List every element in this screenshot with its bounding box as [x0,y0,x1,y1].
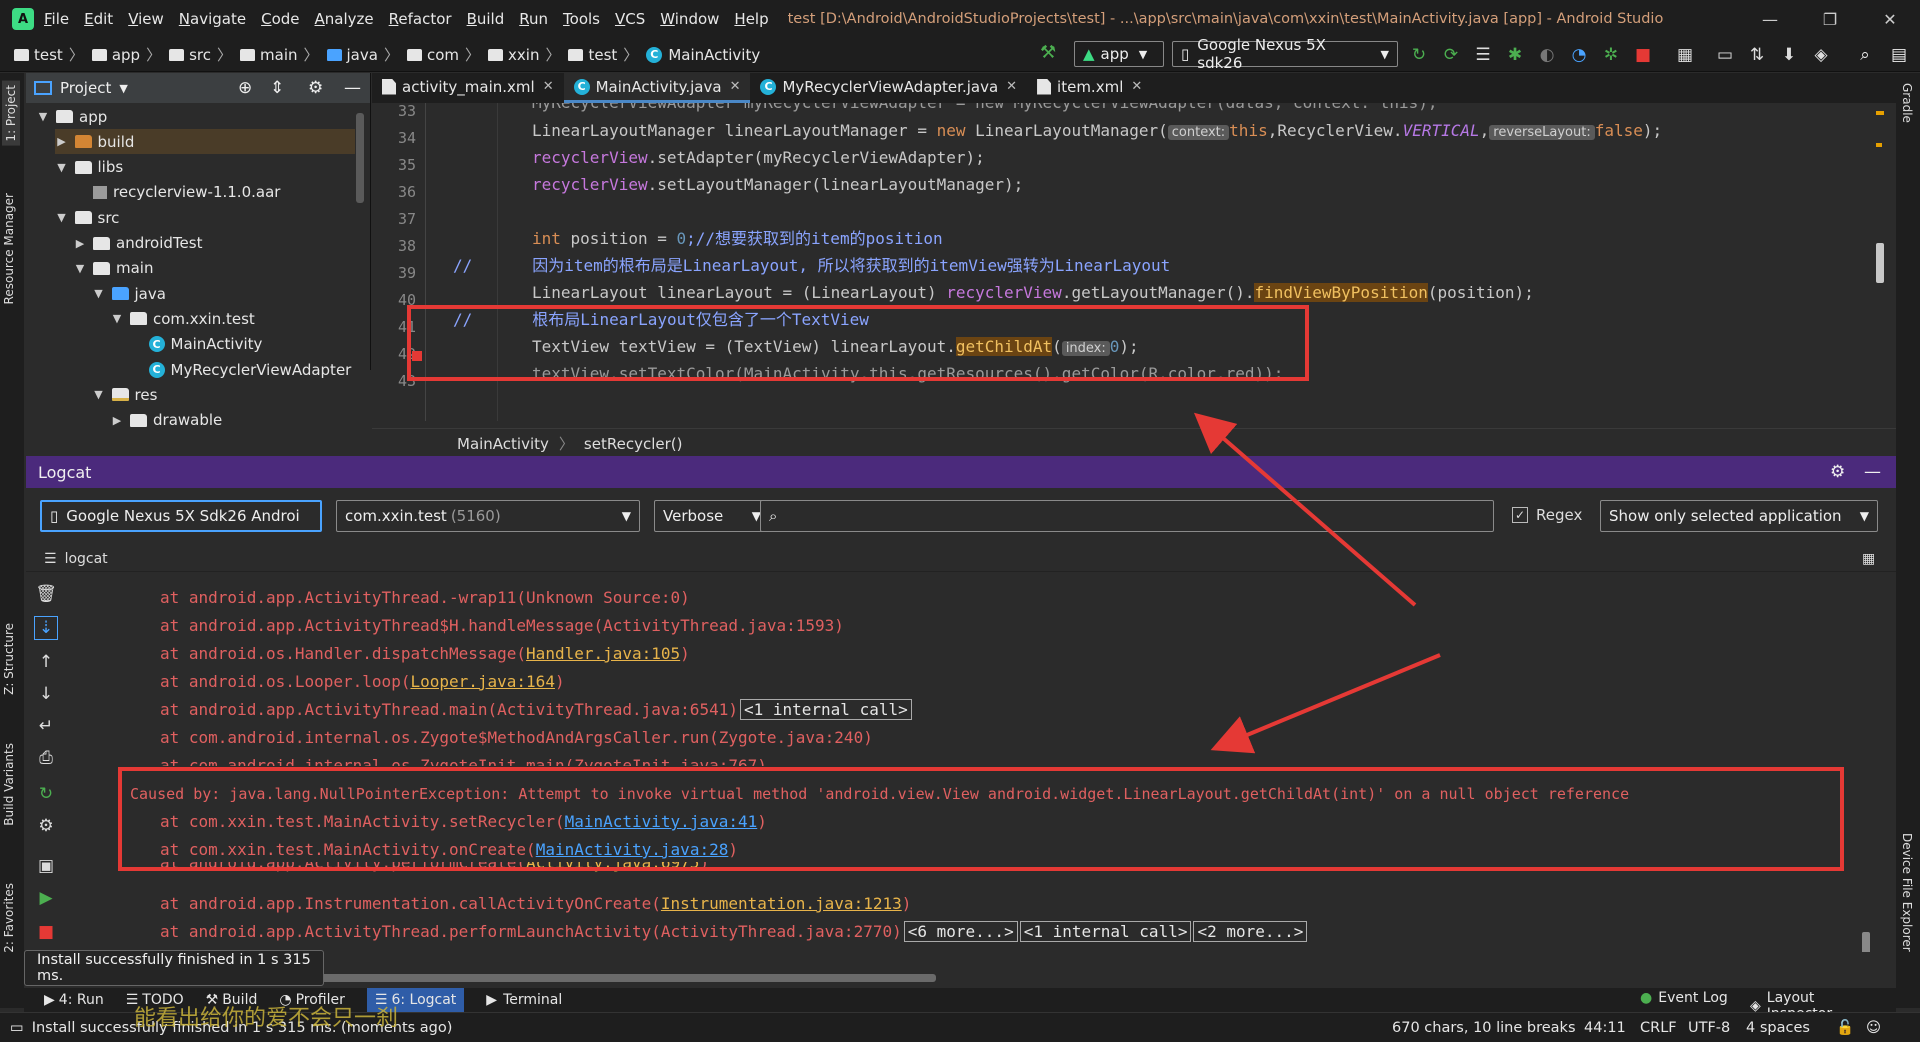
lock-icon[interactable]: 🔓 [1836,1019,1854,1036]
status-line-separator[interactable]: CRLF [1640,1020,1677,1036]
event-log-icon: ● [1640,990,1653,1006]
arrow-to-code [1193,412,1417,607]
install-tooltip: Install successfully finished in 1 s 315… [24,950,324,986]
tab-terminal[interactable]: ▶ Terminal [486,992,562,1008]
inspector-icon[interactable]: ☺ [1866,1020,1881,1036]
status-encoding[interactable]: UTF-8 [1688,1020,1730,1036]
tab-label: 4: Run [58,992,104,1008]
status-box-icon[interactable]: ▭ [10,1020,24,1036]
tab-label: Event Log [1658,990,1728,1006]
annotation-arrows [1193,412,1441,754]
tab-label: 6: Logcat [391,992,457,1008]
tab-event-log[interactable]: ● Event Log [1640,990,1728,1006]
tab-label: Terminal [503,992,563,1008]
tab-run[interactable]: ▶ 4: Run [44,992,104,1008]
status-chars: 670 chars, 10 line breaks [1392,1019,1576,1036]
terminal-icon: ▶ [486,992,498,1008]
play-icon: ▶ [44,992,55,1008]
watermark: 能看出给你的爱不会只一刹 [134,1006,399,1031]
android-studio-window: { "titlebar": { "menu": ["File","Edit","… [0,0,1920,1042]
status-indent[interactable]: 4 spaces [1746,1020,1810,1036]
arrow-to-exception [1210,653,1441,754]
status-position[interactable]: 44:11 [1584,1020,1626,1036]
